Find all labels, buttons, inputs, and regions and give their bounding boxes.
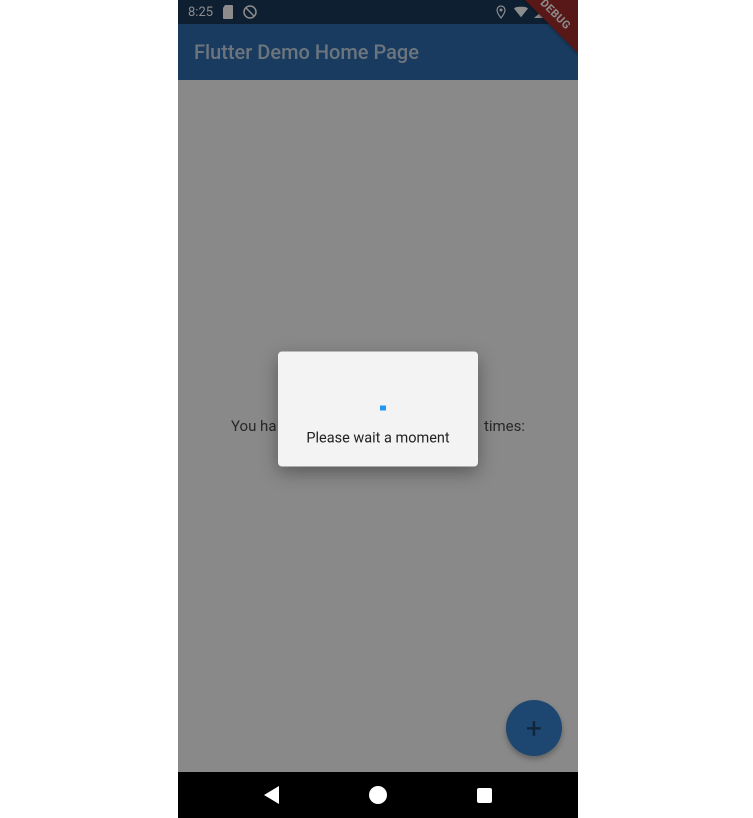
status-bar: 8:25 — [178, 0, 578, 24]
device-frame: 8:25 Flutter Demo Home Page — [178, 0, 578, 818]
counter-label-left: You ha — [231, 417, 277, 435]
recent-icon — [477, 788, 492, 803]
nav-recent-button[interactable] — [475, 785, 495, 805]
dialog-message: Please wait a moment — [294, 430, 462, 447]
counter-label-right: times: — [484, 417, 525, 435]
back-icon — [264, 786, 279, 804]
nav-home-button[interactable] — [368, 785, 388, 805]
loading-spinner-icon — [362, 380, 394, 412]
status-time: 8:25 — [188, 5, 213, 20]
wifi-icon — [514, 5, 528, 19]
location-icon — [494, 5, 508, 19]
android-nav-bar — [178, 772, 578, 818]
app-bar-title: Flutter Demo Home Page — [194, 40, 419, 64]
app-bar: Flutter Demo Home Page — [178, 24, 578, 80]
loading-dialog: Please wait a moment — [278, 352, 478, 467]
nav-back-button[interactable] — [261, 785, 281, 805]
home-icon — [369, 786, 387, 804]
do-not-disturb-icon — [243, 5, 257, 19]
plus-icon: + — [526, 712, 542, 745]
sd-card-icon — [221, 5, 235, 19]
status-left: 8:25 — [188, 5, 257, 20]
increment-fab[interactable]: + — [506, 700, 562, 756]
